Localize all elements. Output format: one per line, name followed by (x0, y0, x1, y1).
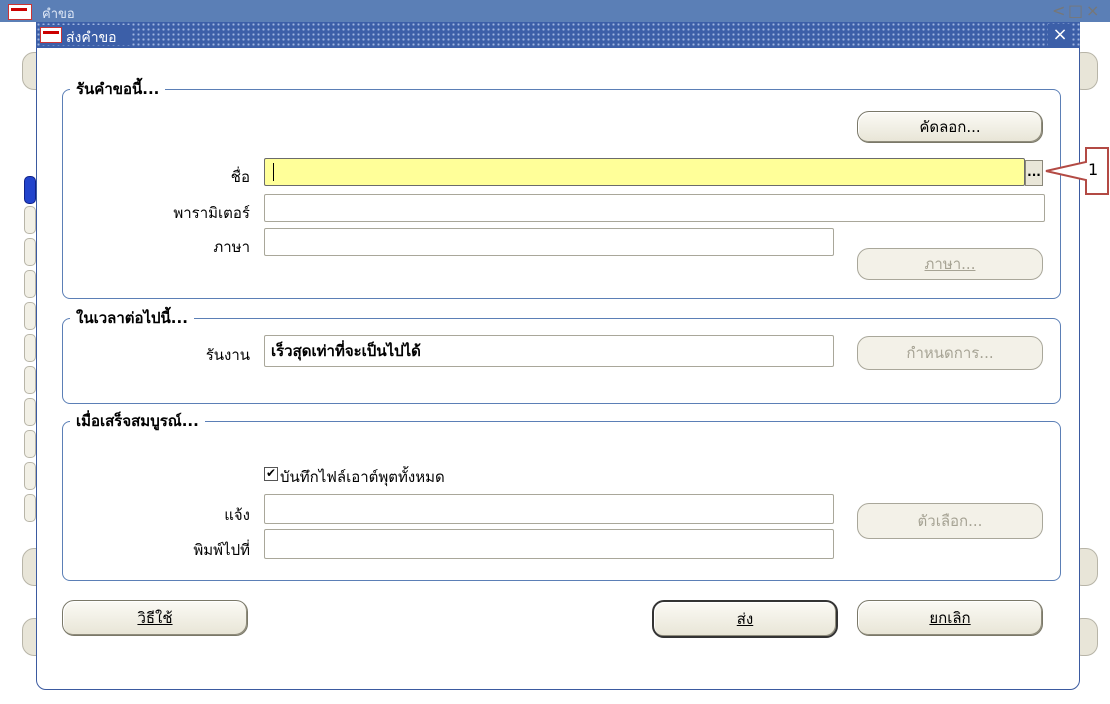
run-job-label: รันงาน (205, 346, 250, 364)
completion-group-label: เมื่อเสร็จสมบูรณ์... (70, 409, 205, 433)
name-label: ชื่อ (230, 168, 250, 186)
print-to-field[interactable] (264, 529, 834, 559)
callout-pointer (1045, 147, 1109, 195)
print-to-label: พิมพ์ไปที่ (193, 541, 250, 559)
help-button-label: วิธีใช้ (137, 609, 173, 627)
background-tab[interactable] (24, 398, 36, 426)
background-tab[interactable] (24, 462, 36, 490)
submit-button-label: ส่ง (736, 610, 754, 628)
text-caret (273, 163, 274, 181)
background-titlebar (0, 0, 1110, 22)
background-tab[interactable] (24, 302, 36, 330)
background-tab[interactable] (24, 334, 36, 362)
background-tab[interactable] (24, 270, 36, 298)
save-output-checkbox[interactable]: ✔ (264, 467, 278, 481)
notify-field[interactable] (264, 494, 834, 524)
cancel-button[interactable]: ยกเลิก (857, 600, 1043, 636)
language-label: ภาษา (213, 238, 250, 256)
copy-button-label: คัดลอก... (919, 118, 981, 136)
background-tab[interactable] (24, 494, 36, 522)
callout-number: 1 (1088, 160, 1099, 179)
schedule-button[interactable]: กำหนดการ... (857, 336, 1043, 370)
options-button-label: ตัวเลือก... (917, 512, 983, 530)
background-tab[interactable] (24, 430, 36, 458)
run-request-group-label: รันคำขอนี้... (70, 77, 166, 101)
dialog-title: ส่งคำขอ (66, 30, 117, 46)
copy-button[interactable]: คัดลอก... (857, 111, 1043, 143)
background-tab[interactable] (24, 206, 36, 234)
parameters-label: พารามิเตอร์ (173, 204, 250, 222)
run-job-field[interactable]: เร็วสุดเท่าที่จะเป็นไปได้ (264, 335, 834, 367)
background-tab[interactable] (24, 366, 36, 394)
language-field[interactable] (264, 228, 834, 256)
close-icon[interactable]: × (1048, 24, 1072, 46)
dialog-titlebar[interactable] (36, 22, 1080, 48)
notify-label: แจ้ง (224, 506, 250, 524)
cancel-button-label: ยกเลิก (929, 609, 971, 627)
background-window-title: คำขอ (42, 7, 75, 22)
schedule-button-label: กำหนดการ... (906, 344, 994, 362)
background-tab-active[interactable] (24, 176, 36, 204)
options-button[interactable]: ตัวเลือก... (857, 503, 1043, 539)
schedule-group-label: ในเวลาต่อไปนี้... (70, 306, 194, 330)
oracle-logo-icon (40, 27, 62, 43)
maximize-icon[interactable]: □ (1068, 1, 1083, 20)
language-button[interactable]: ภาษา... (857, 248, 1043, 280)
background-tab[interactable] (24, 238, 36, 266)
close-background-icon[interactable]: × (1086, 1, 1099, 20)
submit-button[interactable]: ส่ง (652, 600, 838, 638)
name-field[interactable] (264, 158, 1025, 186)
language-button-label: ภาษา... (924, 255, 976, 273)
oracle-logo-icon (8, 4, 32, 20)
save-output-label: บันทึกไฟล์เอาต์พุตทั้งหมด (280, 468, 445, 486)
back-icon[interactable]: < (1052, 1, 1065, 20)
parameters-field[interactable] (264, 194, 1045, 222)
help-button[interactable]: วิธีใช้ (62, 600, 248, 636)
